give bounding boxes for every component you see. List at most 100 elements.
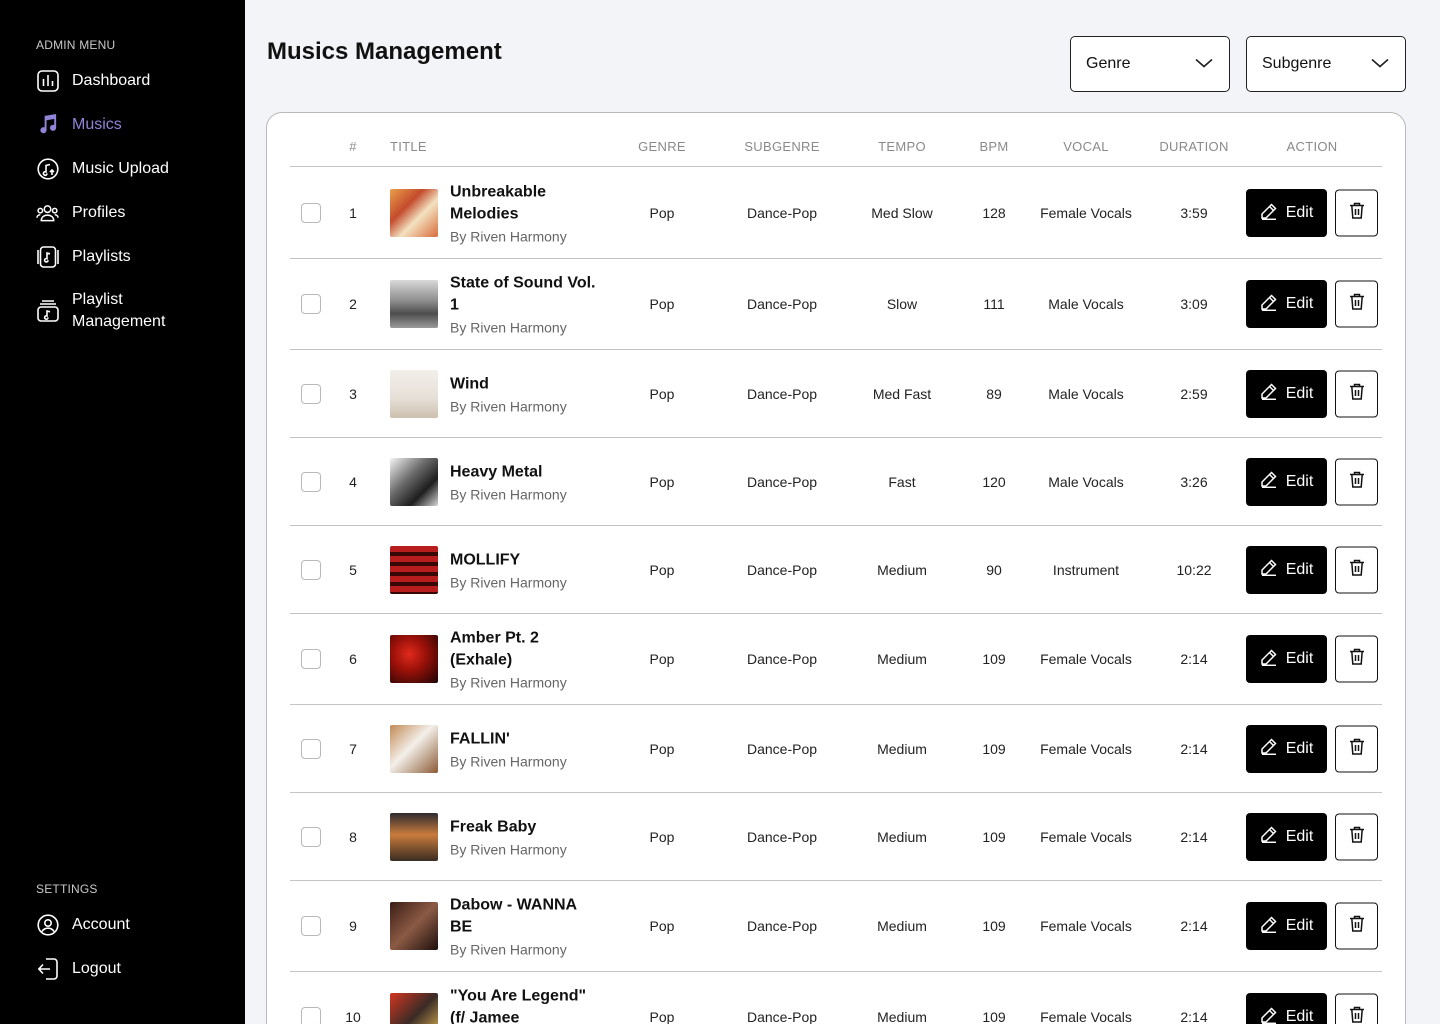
vocal-cell: Female Vocals xyxy=(1040,651,1132,667)
admin-menu-heading: ADMIN MENU xyxy=(36,38,116,52)
pencil-icon xyxy=(1260,737,1278,760)
row-number: 1 xyxy=(349,205,357,221)
row-checkbox[interactable] xyxy=(301,383,321,404)
song-title: Amber Pt. 2 (Exhale) xyxy=(450,629,539,669)
edit-button[interactable]: Edit xyxy=(1246,812,1327,861)
genre-cell: Pop xyxy=(649,296,675,312)
row-checkbox[interactable] xyxy=(301,916,321,936)
tempo-cell: Medium xyxy=(877,828,927,845)
delete-button[interactable] xyxy=(1335,902,1378,950)
sidebar-item-logout[interactable]: Logout xyxy=(36,957,121,980)
row-checkbox[interactable] xyxy=(301,738,321,759)
sidebar-item-account[interactable]: Account xyxy=(36,913,130,936)
delete-button[interactable] xyxy=(1335,813,1378,860)
delete-button[interactable] xyxy=(1335,993,1378,1024)
chevron-down-icon xyxy=(1195,55,1213,73)
song-artist: By Riven Harmony xyxy=(450,941,567,958)
col-header-tempo: TEMPO xyxy=(878,139,926,154)
bpm-cell: 111 xyxy=(983,296,1005,312)
pencil-icon xyxy=(1260,648,1278,671)
edit-button[interactable]: Edit xyxy=(1246,280,1327,328)
trash-icon xyxy=(1349,558,1365,581)
delete-button[interactable] xyxy=(1335,458,1378,505)
settings-heading: SETTINGS xyxy=(36,882,98,896)
genre-cell: Pop xyxy=(649,828,675,845)
row-checkbox[interactable] xyxy=(301,294,321,314)
delete-button[interactable] xyxy=(1335,189,1378,237)
edit-button[interactable]: Edit xyxy=(1246,724,1327,773)
sidebar-item-dashboard[interactable]: Dashboard xyxy=(36,69,150,92)
edit-button[interactable]: Edit xyxy=(1246,545,1327,594)
delete-button[interactable] xyxy=(1335,725,1378,772)
sidebar-item-label: Logout xyxy=(72,959,121,977)
edit-label: Edit xyxy=(1285,472,1314,490)
table-row: 2 State of Sound Vol. 1 By Riven Harmony Po… xyxy=(290,259,1382,350)
sidebar-item-label: Dashboard xyxy=(72,71,151,89)
vocal-cell: Male Vocals xyxy=(1048,385,1124,402)
tempo-cell: Medium xyxy=(877,651,927,667)
edit-label: Edit xyxy=(1285,295,1314,312)
vocal-cell: Female Vocals xyxy=(1040,918,1132,934)
edit-button[interactable]: Edit xyxy=(1246,189,1327,237)
trash-icon xyxy=(1349,293,1365,316)
song-title: MOLLIFY xyxy=(450,551,521,568)
trash-icon xyxy=(1349,382,1365,405)
sidebar-item-playlists[interactable]: Playlists xyxy=(36,245,131,268)
trash-icon xyxy=(1349,648,1365,671)
edit-button[interactable]: Edit xyxy=(1246,457,1327,506)
vocal-cell: Female Vocals xyxy=(1040,828,1132,845)
song-title: FALLIN' xyxy=(450,730,510,747)
vocal-cell: Female Vocals xyxy=(1040,205,1132,221)
edit-button[interactable]: Edit xyxy=(1246,993,1327,1024)
edit-button[interactable]: Edit xyxy=(1246,369,1327,418)
row-checkbox[interactable] xyxy=(301,471,321,492)
song-title: State of Sound Vol. 1 xyxy=(450,274,596,314)
pencil-icon xyxy=(1260,293,1278,316)
vocal-cell: Female Vocals xyxy=(1040,740,1132,757)
trash-icon xyxy=(1349,202,1365,225)
song-artist: By Riven Harmony xyxy=(450,398,567,414)
sidebar-item-playlist-management[interactable]: Playlist Management xyxy=(36,289,182,333)
tempo-cell: Med Fast xyxy=(872,385,932,402)
tempo-cell: Med Slow xyxy=(871,205,933,221)
song-artist: By Riven Harmony xyxy=(450,319,567,336)
vocal-cell: Female Vocals xyxy=(1040,1009,1132,1024)
genre-filter-dropdown[interactable]: Genre xyxy=(1070,36,1230,92)
tempo-cell: Medium xyxy=(877,1009,927,1024)
col-header-duration: DURATION xyxy=(1159,139,1229,154)
song-title: Dabow - WANNA BE xyxy=(450,896,577,936)
sidebar-item-label: Account xyxy=(72,915,130,933)
row-checkbox[interactable] xyxy=(301,559,321,580)
col-header-action: ACTION xyxy=(1286,139,1338,154)
sidebar-item-musics[interactable]: Musics xyxy=(36,113,122,136)
row-number: 4 xyxy=(349,473,357,490)
delete-button[interactable] xyxy=(1335,280,1378,328)
sidebar-item-music-upload[interactable]: Music Upload xyxy=(36,157,169,180)
delete-button[interactable] xyxy=(1335,635,1378,683)
chart-icon xyxy=(36,69,59,92)
subgenre-filter-dropdown[interactable]: Subgenre xyxy=(1246,36,1406,92)
row-checkbox[interactable] xyxy=(301,1007,321,1024)
edit-button[interactable]: Edit xyxy=(1246,902,1327,950)
duration-cell: 3:09 xyxy=(1180,296,1208,312)
row-checkbox[interactable] xyxy=(301,826,321,847)
row-checkbox[interactable] xyxy=(301,649,321,669)
sidebar-item-profiles[interactable]: Profiles xyxy=(36,201,125,224)
delete-button[interactable] xyxy=(1335,370,1378,417)
duration-cell: 2:59 xyxy=(1180,385,1208,402)
tempo-cell: Medium xyxy=(877,740,927,757)
playlist-icon xyxy=(36,245,59,268)
genre-cell: Pop xyxy=(649,651,675,667)
col-header-bpm: BPM xyxy=(979,139,1009,154)
row-checkbox[interactable] xyxy=(301,203,321,223)
trash-icon xyxy=(1349,1006,1365,1024)
bpm-cell: 109 xyxy=(982,651,1006,667)
edit-button[interactable]: Edit xyxy=(1246,635,1327,683)
delete-button[interactable] xyxy=(1335,546,1378,593)
vocal-cell: Instrument xyxy=(1052,561,1120,578)
duration-cell: 2:14 xyxy=(1180,918,1208,934)
song-artist: By Riven Harmony xyxy=(450,486,567,502)
song-info: Dabow - WANNA BE By Riven Harmony xyxy=(450,895,600,958)
duration-cell: 2:14 xyxy=(1180,651,1208,667)
page-title: Musics Management xyxy=(267,38,502,65)
